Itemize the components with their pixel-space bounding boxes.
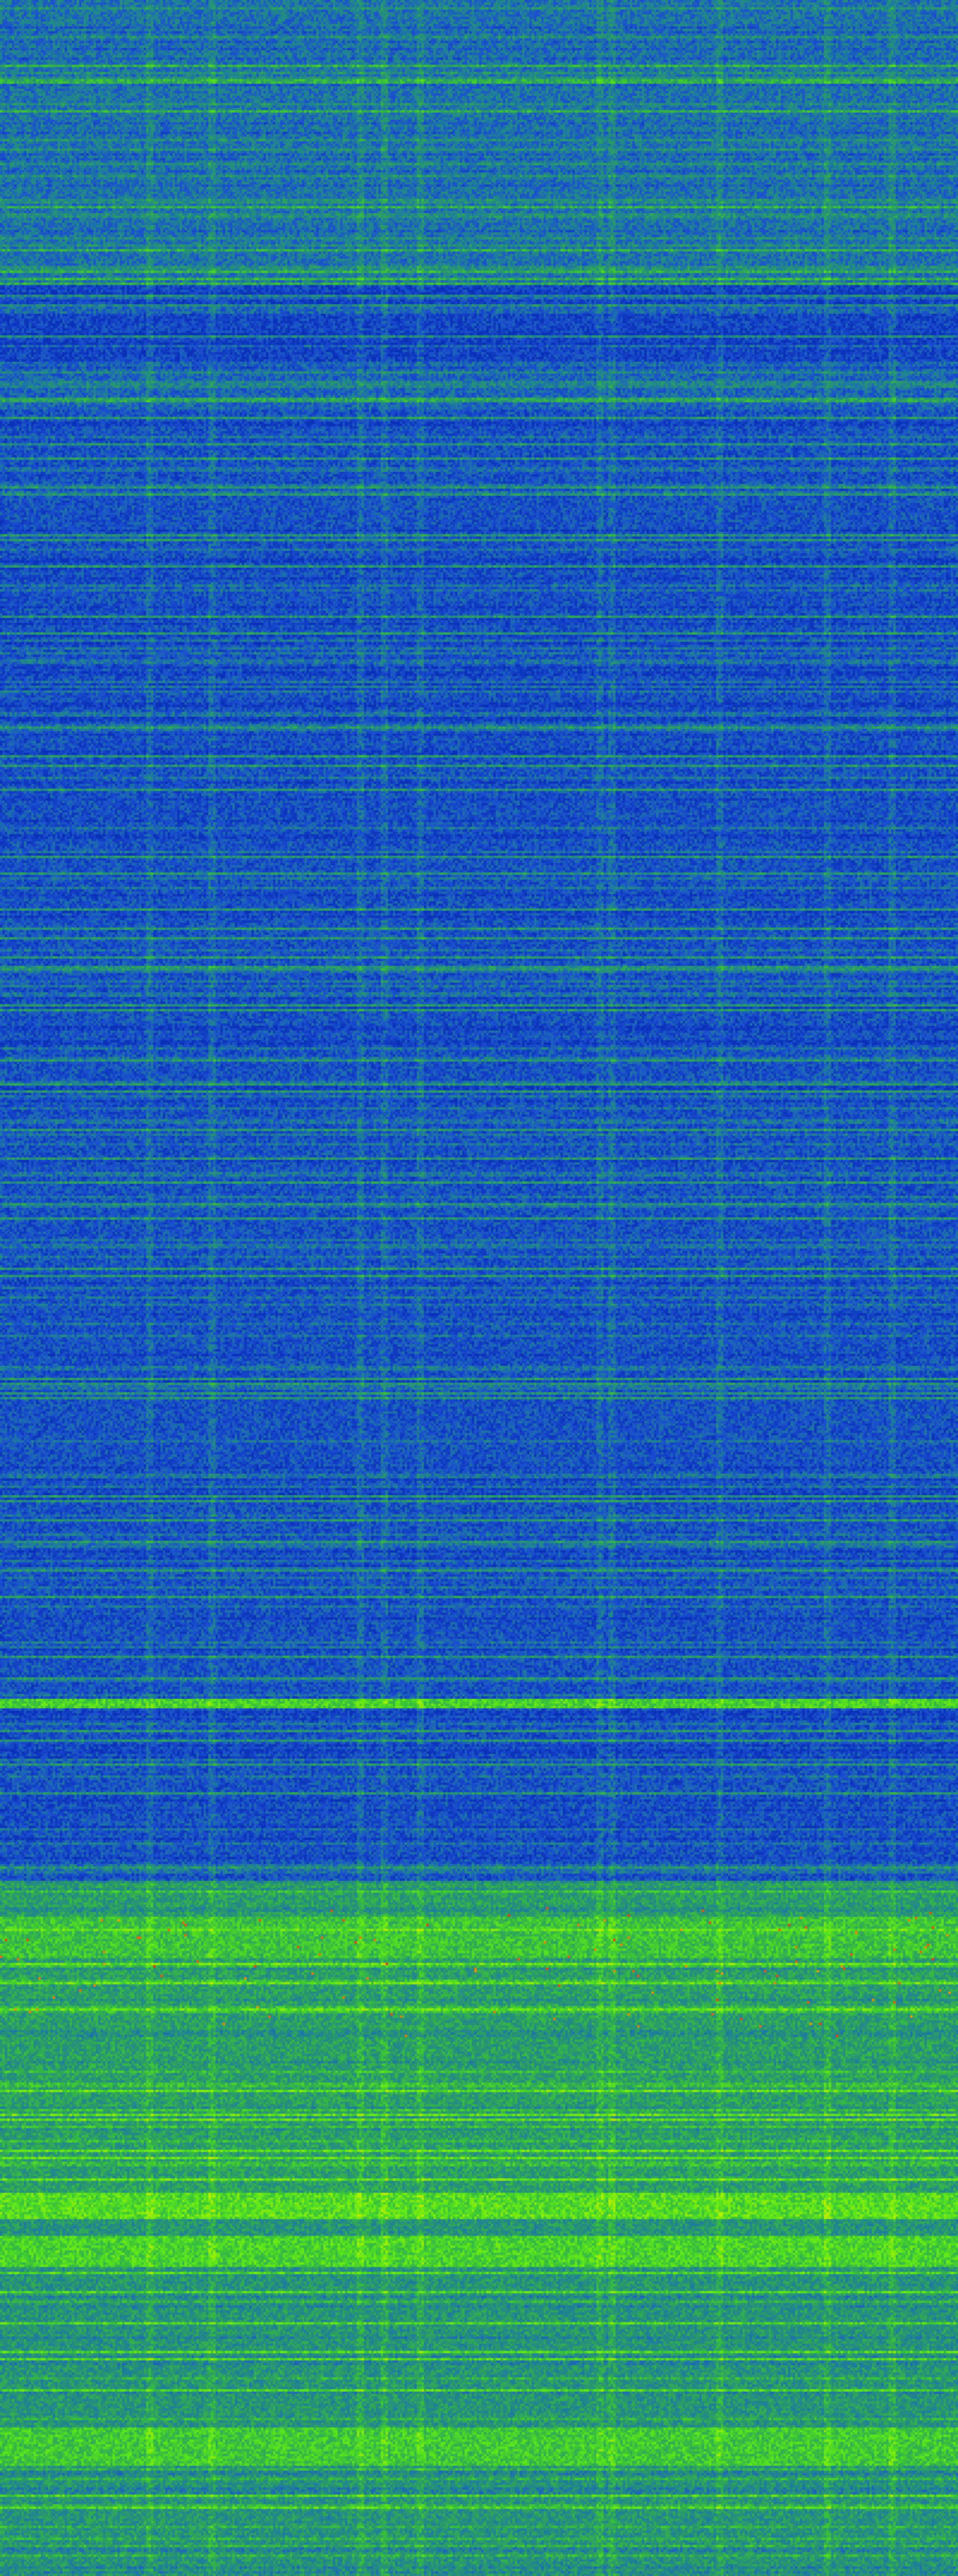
spectrogram-waterfall	[0, 0, 958, 2576]
